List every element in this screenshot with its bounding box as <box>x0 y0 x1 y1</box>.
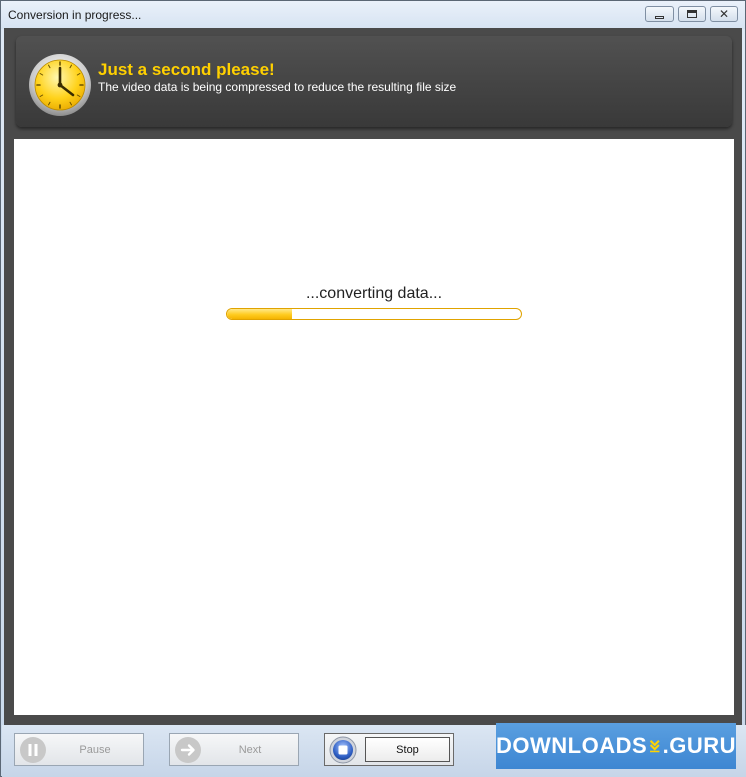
window-title: Conversion in progress... <box>8 8 142 22</box>
progress-bar <box>226 308 522 320</box>
header-subtitle: The video data is being compressed to re… <box>98 80 457 94</box>
header-panel: Just a second please! The video data is … <box>16 36 732 127</box>
next-label: Next <box>238 743 262 756</box>
pause-icon <box>20 736 46 763</box>
download-arrow-icon <box>649 740 660 753</box>
watermark-left: DOWNLOADS <box>496 733 648 758</box>
pause-label: Pause <box>79 743 111 756</box>
status-text: ...converting data... <box>305 285 443 302</box>
maximize-icon <box>687 10 697 18</box>
stop-button[interactable]: Stop <box>324 733 454 766</box>
conversion-window: Conversion in progress... ✕ Just a secon… <box>0 0 746 777</box>
main-frame: Just a second please! The video data is … <box>4 28 742 725</box>
next-button[interactable]: Next <box>169 733 299 766</box>
pause-button[interactable]: Pause <box>14 733 144 766</box>
minimize-icon <box>655 15 664 19</box>
watermark-right: .GURU <box>662 733 736 758</box>
progress-fill <box>227 309 292 319</box>
minimize-button[interactable] <box>645 6 674 22</box>
content-area: ...converting data... <box>14 139 734 715</box>
close-icon: ✕ <box>718 7 730 21</box>
close-button[interactable]: ✕ <box>710 6 738 22</box>
maximize-button[interactable] <box>678 6 706 22</box>
header-title: Just a second please! <box>98 60 275 79</box>
title-bar[interactable]: Conversion in progress... ✕ <box>1 1 745 29</box>
arrow-right-icon <box>175 736 201 763</box>
clock-icon <box>29 54 91 116</box>
downloads-guru-watermark: DOWNLOADS .GURU <box>496 723 736 769</box>
stop-icon <box>329 736 357 763</box>
stop-label: Stop <box>365 737 450 762</box>
